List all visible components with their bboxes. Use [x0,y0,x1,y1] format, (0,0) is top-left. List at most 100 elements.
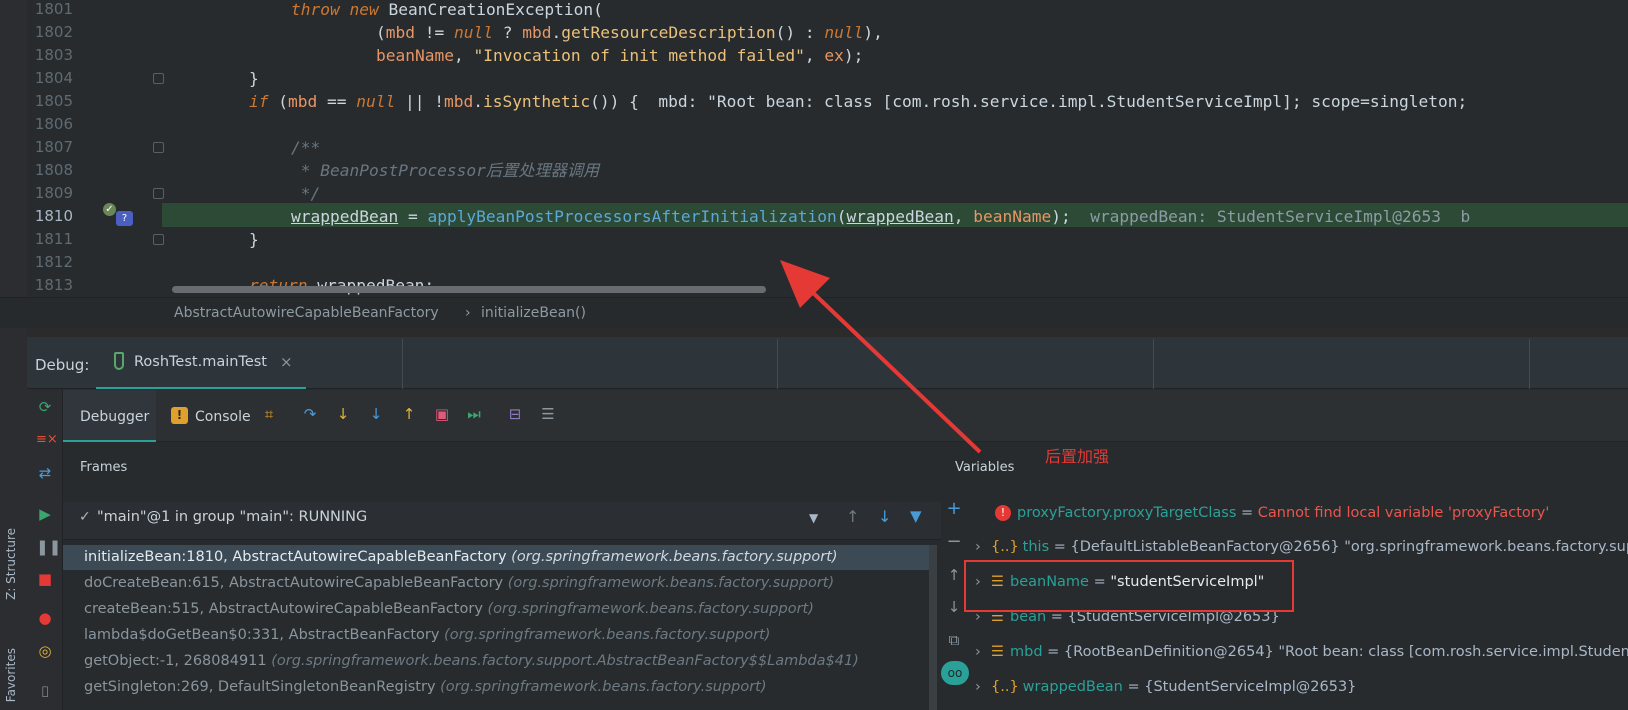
frame-package: (org.springframework.beans.factory.suppo… [507,575,835,591]
divider [1153,339,1154,389]
arrow-down-icon[interactable]: ↓ [878,507,891,526]
code-token: isSynthetic [482,92,591,111]
variable-row[interactable]: › {..} this = {DefaultListableBeanFactory@… [975,533,1628,561]
resume-icon[interactable]: ▶ [36,505,54,523]
drop-frame-icon[interactable]: ▣ [432,404,452,424]
frame-item[interactable]: getObject:-1, 268084911 (org.springframe… [84,649,859,674]
fold-marker-icon[interactable] [153,73,164,84]
fold-marker-icon[interactable] [153,188,164,199]
clear-icon[interactable]: ≡× [36,431,58,449]
line-number: 1807 [34,138,73,156]
code-comment: /** [291,138,321,157]
code-token: mbd [385,23,415,42]
force-step-into-icon[interactable]: ↓ [366,404,386,424]
step-into-icon[interactable]: ↓ [333,404,353,424]
frame-method: lambda$doGetBean$0:331, AbstractBeanFact… [84,627,440,643]
tab-run-config[interactable]: RoshTest.mainTest × [96,339,306,389]
restore-layout-icon[interactable]: ⇄ [36,464,54,482]
frame-item[interactable]: createBean:515, AbstractAutowireCapableB… [84,597,814,622]
move-up-icon[interactable]: ↑ [945,566,963,584]
code-comment: * BeanPostProcessor后置处理器调用 [291,161,600,180]
chevron-down-icon[interactable]: ▼ [809,511,818,525]
step-over-icon[interactable]: ↷ [300,404,320,424]
code-token: ex [824,46,844,65]
frame-item[interactable]: initializeBean:1810, AbstractAutowireCap… [84,545,838,570]
variable-row[interactable]: › {..} wrappedBean = {StudentServiceImpl@2… [975,673,1356,701]
frame-item[interactable]: doCreateBean:615, AbstractAutowireCapabl… [84,571,834,596]
view-breakpoints-icon[interactable]: ● [36,609,54,627]
line-number: 1805 [34,92,73,110]
frame-method: createBean:515, AbstractAutowireCapableB… [84,601,483,617]
layout-icon[interactable]: ⌗ [259,404,279,424]
question-icon[interactable]: ? [116,211,133,226]
code-token: ( [836,207,847,226]
stop-icon[interactable]: ■ [36,570,54,588]
fold-marker-icon[interactable] [153,142,164,153]
code-token: applyBeanPostProcessorsAfterInitializati… [427,207,837,226]
filter-icon[interactable]: ▼ [910,507,922,525]
mute-breakpoints-icon[interactable]: ◎ [36,642,54,660]
fold-marker-icon[interactable] [153,234,164,245]
divider [402,339,403,389]
copy-icon[interactable]: ⧉ [945,631,963,649]
edge-tabs: Z: Structure Favorites [0,528,27,710]
breadcrumb-class[interactable]: AbstractAutowireCapableBeanFactory [174,305,439,321]
frame-package: (org.springframework.beans.factory.suppo… [487,601,814,617]
variable-row[interactable]: › ☰ mbd = {RootBeanDefinition@2654} "Root … [975,638,1628,666]
code-token: ), [863,23,883,42]
code-token: mbd [443,92,474,111]
inline-debug-hint: wrappedBean: StudentServiceImpl@2653 b [1070,207,1471,226]
close-icon[interactable]: × [280,353,293,371]
add-watch-icon[interactable]: + [945,500,963,518]
camera-icon[interactable]: ⌷ [36,683,54,701]
code-token: ); [1051,207,1071,226]
favorites-tab[interactable]: Favorites [4,648,18,702]
tab-debugger-label: Debugger [80,409,150,425]
variable-value: Cannot find local variable 'proxyFactory… [1257,505,1550,521]
divider [777,339,778,389]
code-token: != [415,23,454,42]
variable-name: wrappedBean [1022,679,1123,695]
frames-scrollbar[interactable] [929,545,937,710]
code-token: wrappedBean [846,207,954,226]
line-number: 1810 [34,207,73,225]
breadcrumb-method[interactable]: initializeBean() [481,305,586,321]
pause-icon[interactable]: ❚❚ [36,538,61,556]
debug-label: Debug: [35,356,90,374]
code-token: () : [775,23,825,42]
arrow-up-icon[interactable]: ↑ [846,507,859,526]
frame-item[interactable]: lambda$doGetBean$0:331, AbstractBeanFact… [84,623,770,648]
evaluate-expression-icon[interactable]: ⊟ [505,404,525,424]
code-token: || ! [395,92,444,111]
trace-icon[interactable]: ☰ [538,404,558,424]
code-token: ? [492,23,523,42]
field-icon: ☰ [991,644,1004,660]
remove-watch-icon[interactable]: − [945,533,963,551]
error-icon: ! [995,505,1011,521]
console-warning-icon: ! [171,407,188,424]
frame-item[interactable]: getSingleton:269, DefaultSingletonBeanRe… [84,675,767,700]
variables-title: Variables [955,460,1015,475]
step-out-icon[interactable]: ↑ [399,404,419,424]
horizontal-scrollbar[interactable] [172,286,766,293]
tab-console[interactable]: Console [195,409,251,425]
code-token: getResourceDescription [561,23,776,42]
expand-arrow-icon[interactable]: › [975,638,991,666]
structure-tab[interactable]: Z: Structure [4,528,18,600]
variable-eq: = [1042,644,1064,660]
variable-eq: = [1122,679,1145,695]
frame-method: initializeBean:1810, AbstractAutowireCap… [84,549,507,565]
variable-row[interactable]: ! proxyFactory.proxyTargetClass = Cannot … [995,499,1549,527]
thread-label: "main"@1 in group "main": RUNNING [97,509,368,525]
expand-arrow-icon[interactable]: › [975,533,991,561]
variable-name: this [1022,539,1050,555]
object-icon: {..} [991,679,1019,695]
run-to-cursor-icon[interactable]: ⏭ [464,404,484,424]
breakpoint-check-icon[interactable]: ✓ [103,203,116,216]
expand-arrow-icon[interactable]: › [975,673,991,701]
breadcrumb: AbstractAutowireCapableBeanFactory › ini… [0,297,1628,328]
glasses-icon[interactable]: oo [941,661,969,685]
move-down-icon[interactable]: ↓ [945,598,963,616]
code-token: == [317,92,357,111]
rerun-icon[interactable]: ⟳ [36,398,54,416]
